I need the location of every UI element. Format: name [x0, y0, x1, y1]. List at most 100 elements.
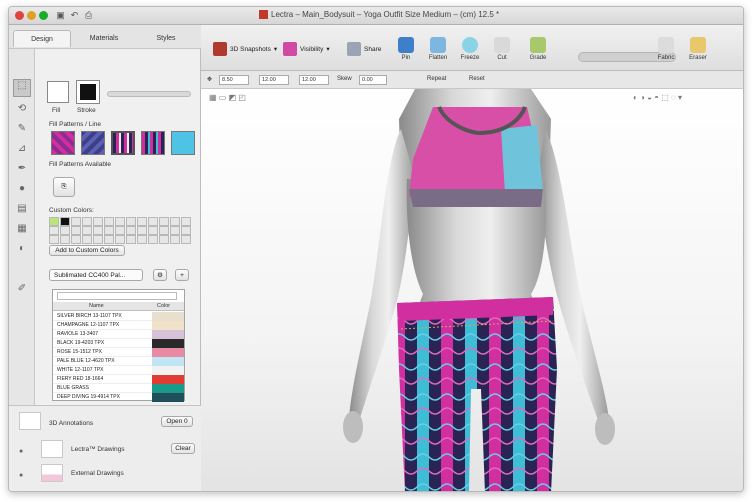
- transform-tool-icon[interactable]: ⟲: [15, 103, 29, 115]
- color-table-row[interactable]: CHAMPAGNE 12-1107 TPX: [53, 321, 184, 330]
- custom-color-cell[interactable]: [181, 217, 191, 226]
- color-table-row[interactable]: BLACK 19-4203 TPX: [53, 339, 184, 348]
- skew-label[interactable]: Skew: [337, 76, 352, 82]
- custom-color-cell[interactable]: [159, 226, 169, 235]
- pattern-swatch-2[interactable]: [81, 131, 105, 155]
- undo-icon[interactable]: ↶: [69, 10, 80, 21]
- pen-tool-icon[interactable]: ✒: [15, 163, 29, 175]
- eyedropper-icon[interactable]: ✐: [15, 283, 29, 295]
- zoom-window-button[interactable]: [39, 11, 48, 20]
- open-annotations-button[interactable]: Open 0: [161, 416, 193, 427]
- custom-color-cell[interactable]: [49, 226, 59, 235]
- tab-styles[interactable]: Styles: [137, 30, 195, 47]
- drawing-thumbnail[interactable]: [41, 440, 63, 458]
- color-library-select[interactable]: Sublimated CC400 Pal...: [49, 269, 143, 281]
- custom-color-cell[interactable]: [126, 235, 136, 244]
- eraser-tool[interactable]: Eraser: [683, 37, 713, 67]
- custom-color-cell[interactable]: [137, 217, 147, 226]
- custom-color-cell[interactable]: [71, 235, 81, 244]
- color-column-header[interactable]: Color: [157, 303, 170, 309]
- import-pattern-button[interactable]: ⎘: [53, 177, 75, 197]
- color-table-row[interactable]: SILVER BIRCH 13-1107 TPX: [53, 312, 184, 321]
- stroke-swatch[interactable]: [76, 80, 100, 104]
- tab-materials[interactable]: Materials: [75, 30, 133, 47]
- custom-color-cell[interactable]: [49, 217, 59, 226]
- custom-color-cell[interactable]: [104, 217, 114, 226]
- custom-color-cell[interactable]: [104, 235, 114, 244]
- color-table-row[interactable]: WHITE 12-1107 TPX: [53, 366, 184, 375]
- add-custom-colors-button[interactable]: Add to Custom Colors: [49, 245, 125, 256]
- share-button[interactable]: Share: [347, 39, 381, 59]
- layers-tool-icon[interactable]: ▤: [15, 203, 29, 215]
- annotations-thumbnail[interactable]: [19, 412, 41, 430]
- custom-color-cell[interactable]: [137, 235, 147, 244]
- snapshots-button[interactable]: 3D Snapshots ▾: [213, 39, 277, 59]
- opacity-slider[interactable]: [107, 91, 191, 97]
- drop-tool-icon[interactable]: ●: [15, 183, 29, 195]
- angle-field[interactable]: 0.00: [359, 75, 387, 85]
- repeat-label[interactable]: Repeat: [427, 76, 446, 82]
- custom-color-cell[interactable]: [148, 226, 158, 235]
- color-table-row[interactable]: DEEP DIVING 19-4914 TPX: [53, 393, 184, 402]
- color-table-row[interactable]: ROSE 15-1512 TPX: [53, 348, 184, 357]
- custom-color-cell[interactable]: [137, 226, 147, 235]
- custom-color-cell[interactable]: [82, 217, 92, 226]
- custom-color-cell[interactable]: [115, 226, 125, 235]
- color-table-row[interactable]: BLUE GRASS: [53, 384, 184, 393]
- custom-color-cell[interactable]: [159, 235, 169, 244]
- color-table-row[interactable]: FIERY RED 18-1664: [53, 375, 184, 384]
- clear-drawing-button[interactable]: Clear: [171, 443, 195, 454]
- custom-color-cell[interactable]: [170, 217, 180, 226]
- custom-color-cell[interactable]: [126, 217, 136, 226]
- tab-design[interactable]: Design: [13, 30, 71, 47]
- fill-swatch[interactable]: [47, 81, 69, 103]
- pin-tool[interactable]: Pin: [391, 37, 421, 67]
- custom-color-cell[interactable]: [60, 217, 70, 226]
- pattern-swatch-5[interactable]: [171, 131, 195, 155]
- color-table-row[interactable]: PALE BLUE 12-4620 TPX: [53, 357, 184, 366]
- custom-color-cell[interactable]: [148, 235, 158, 244]
- print-icon[interactable]: ⎙: [83, 10, 94, 21]
- freeze-tool[interactable]: Freeze: [455, 37, 485, 67]
- custom-color-cell[interactable]: [93, 226, 103, 235]
- custom-color-cell[interactable]: [104, 226, 114, 235]
- custom-color-cell[interactable]: [159, 217, 169, 226]
- custom-color-cell[interactable]: [82, 226, 92, 235]
- pattern-swatch-3[interactable]: [111, 131, 135, 155]
- name-column-header[interactable]: Name: [89, 303, 104, 309]
- custom-color-cell[interactable]: [181, 235, 191, 244]
- close-window-button[interactable]: [15, 11, 24, 20]
- custom-color-cell[interactable]: [126, 226, 136, 235]
- custom-color-cell[interactable]: [93, 235, 103, 244]
- minimize-window-button[interactable]: [27, 11, 36, 20]
- custom-color-cell[interactable]: [170, 226, 180, 235]
- custom-color-cell[interactable]: [148, 217, 158, 226]
- custom-color-cell[interactable]: [93, 217, 103, 226]
- avatar-model[interactable]: [201, 89, 744, 492]
- custom-color-cell[interactable]: [170, 235, 180, 244]
- visibility-button[interactable]: Visibility ▾: [283, 39, 330, 59]
- custom-color-cell[interactable]: [60, 226, 70, 235]
- custom-color-cell[interactable]: [82, 235, 92, 244]
- pattern-swatch-4[interactable]: [141, 131, 165, 155]
- fabric-tool-icon[interactable]: ▦: [15, 223, 29, 235]
- draw-tool-icon[interactable]: ✎: [15, 123, 29, 135]
- size-field[interactable]: 8.50: [219, 75, 249, 85]
- library-options-button[interactable]: ⚙: [153, 269, 167, 281]
- width-field[interactable]: 12.00: [259, 75, 289, 85]
- color-table-row[interactable]: RAVIOLE 13-3407: [53, 330, 184, 339]
- color-search-input[interactable]: [57, 292, 177, 300]
- pattern-tool-icon[interactable]: ◐: [15, 243, 29, 255]
- custom-color-cell[interactable]: [115, 235, 125, 244]
- pattern-swatch-1[interactable]: [51, 131, 75, 155]
- library-add-button[interactable]: +: [175, 269, 189, 281]
- select-tool-icon[interactable]: ⬚: [13, 79, 31, 97]
- save-icon[interactable]: ▣: [55, 10, 66, 21]
- custom-color-cell[interactable]: [71, 226, 81, 235]
- custom-color-cell[interactable]: [49, 235, 59, 244]
- custom-color-cell[interactable]: [71, 217, 81, 226]
- flatten-tool[interactable]: Flatten: [423, 37, 453, 67]
- external-thumbnail[interactable]: [41, 464, 63, 482]
- height-field[interactable]: 12.00: [299, 75, 329, 85]
- fabric-tool[interactable]: Fabric: [651, 37, 681, 67]
